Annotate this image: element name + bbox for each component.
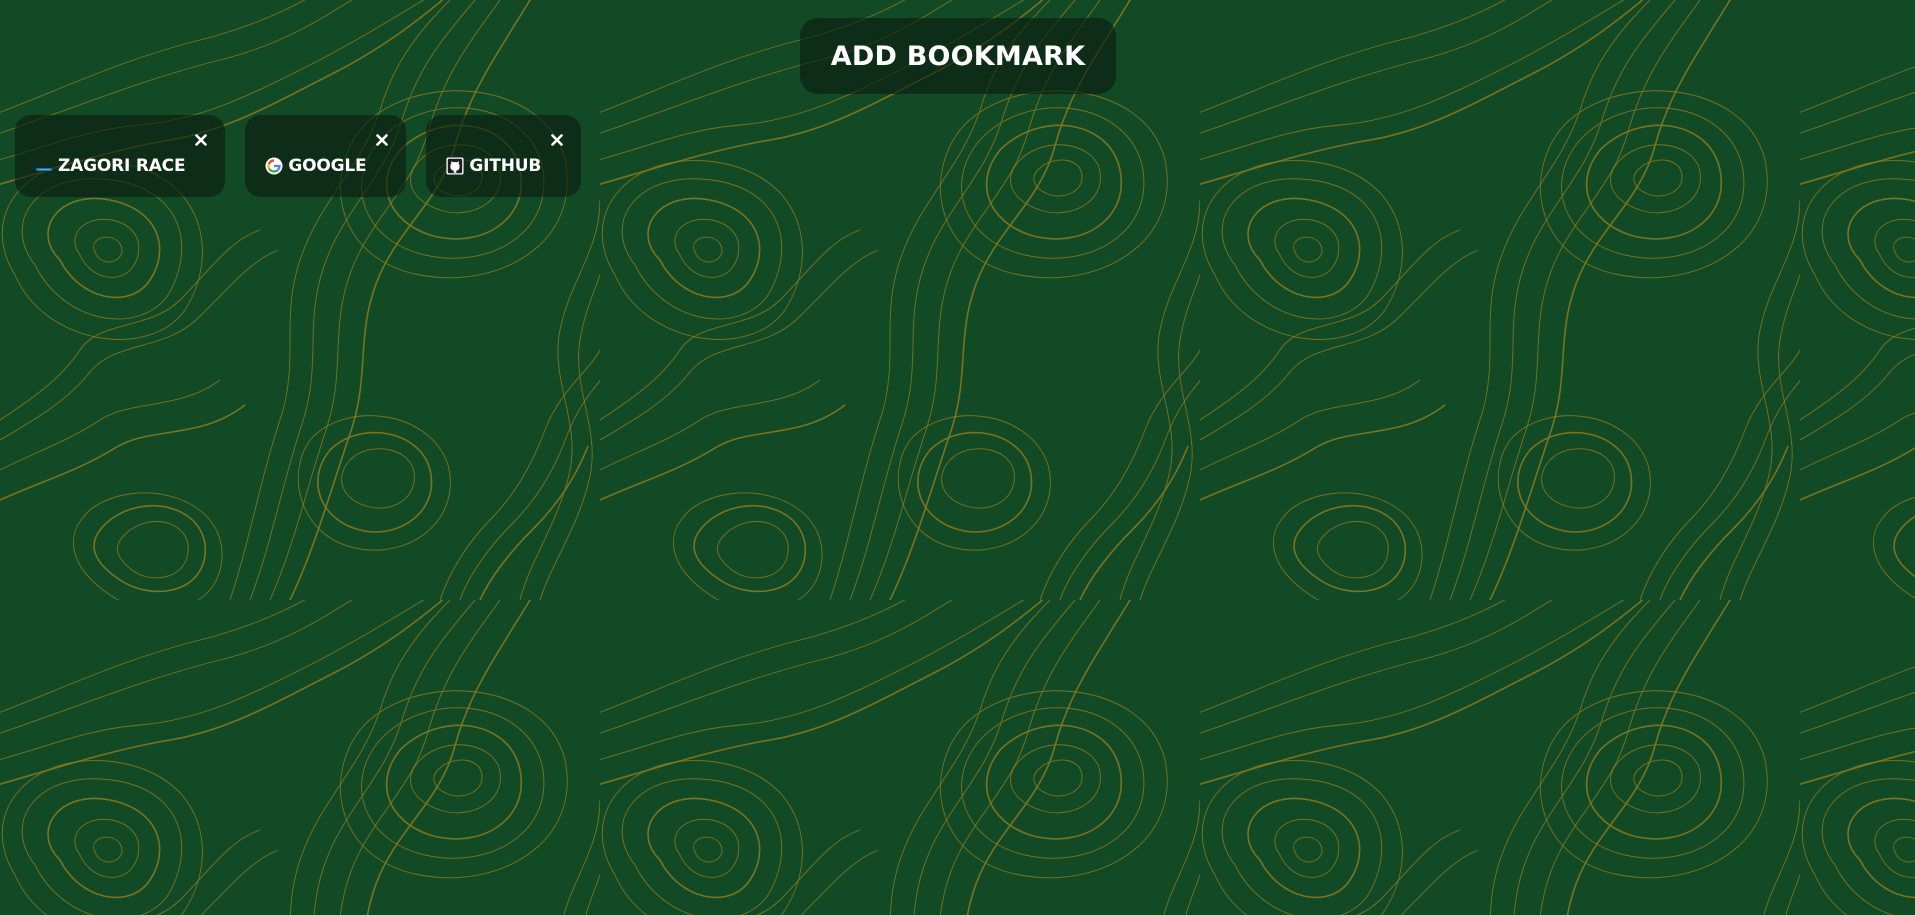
bookmark-github[interactable]: GITHUB (426, 115, 582, 197)
bookmark-link[interactable]: GOOGLE (265, 136, 367, 176)
github-favicon (446, 157, 464, 175)
zagori-race-favicon (35, 157, 53, 175)
close-icon[interactable] (549, 132, 565, 148)
bookmark-label: GOOGLE (288, 156, 367, 176)
add-bookmark-button[interactable]: ADD BOOKMARK (800, 18, 1116, 94)
bookmark-google[interactable]: GOOGLE (245, 115, 407, 197)
google-favicon (265, 157, 283, 175)
bookmark-label: ZAGORI RACE (58, 156, 186, 176)
bookmark-link[interactable]: GITHUB (446, 136, 541, 176)
bookmark-label: GITHUB (469, 156, 542, 176)
close-icon[interactable] (374, 132, 390, 148)
close-icon[interactable] (193, 132, 209, 148)
bookmark-link[interactable]: ZAGORI RACE (35, 136, 186, 176)
bookmark-list: ZAGORI RACE GOOGLE GITHUB (15, 115, 582, 197)
bookmark-zagori-race[interactable]: ZAGORI RACE (15, 115, 226, 197)
